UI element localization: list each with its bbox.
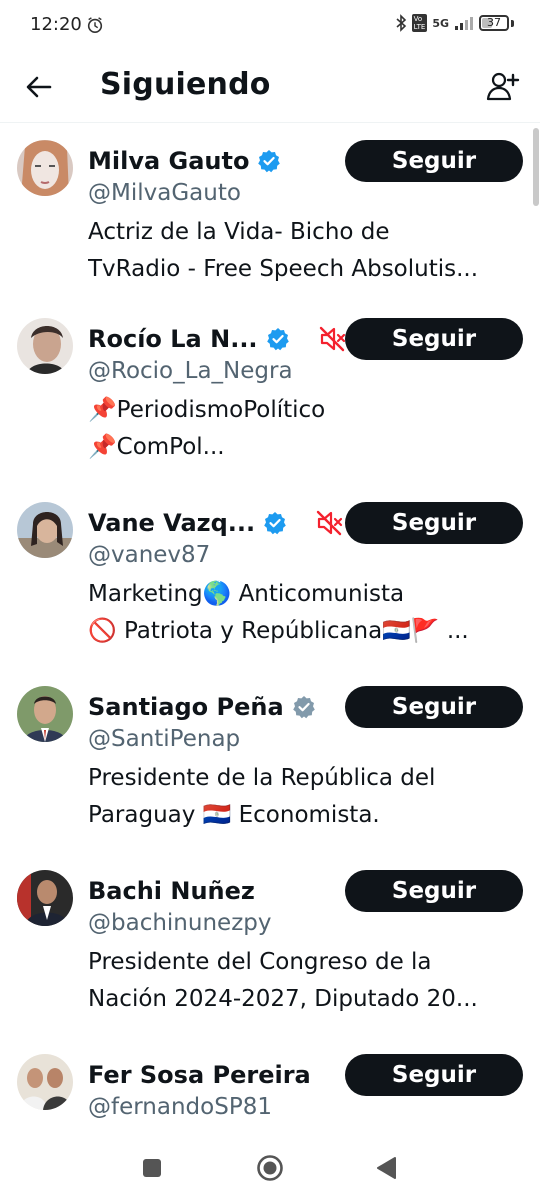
bio-line: 📌PeriodismoPolítico [88, 397, 326, 423]
follow-button[interactable]: Seguir [345, 1054, 523, 1096]
list-item[interactable]: Rocío La N... @Rocio_La_Negra 📌Periodism… [0, 308, 540, 492]
user-handle: @Rocio_La_Negra [88, 358, 293, 384]
muted-speaker-icon [319, 326, 345, 352]
verified-badge-icon [292, 696, 315, 719]
back-button[interactable] [20, 68, 58, 106]
recents-square-icon [143, 1159, 161, 1177]
user-name[interactable]: Bachi Nuñez [88, 877, 255, 905]
bio-line: Marketing🌎 Anticomunista [88, 581, 405, 607]
add-user-icon [486, 72, 520, 101]
signal-icon [455, 17, 473, 30]
verified-badge-icon [266, 328, 289, 351]
avatar[interactable] [17, 140, 73, 196]
user-name[interactable]: Rocío La N... [88, 325, 258, 353]
muted-speaker-icon [316, 510, 343, 536]
user-bio: Presidente del Congreso de la Nación 202… [88, 944, 524, 1018]
follow-button[interactable]: Seguir [345, 140, 523, 182]
status-time: 12:20 [30, 14, 82, 35]
arrow-left-icon [26, 76, 52, 98]
avatar[interactable] [17, 502, 73, 558]
battery-tip [511, 19, 514, 27]
user-bio: Marketing🌎 Anticomunista 🚫 Patriota y Re… [88, 576, 524, 650]
battery-icon: 37 [479, 15, 509, 31]
volte-icon: Vo LTE [411, 14, 428, 32]
user-bio: 📌PeriodismoPolítico 📌ComPol... [88, 392, 524, 466]
user-name[interactable]: Santiago Peña [88, 693, 284, 721]
verified-badge-icon [264, 512, 286, 535]
user-name[interactable]: Vane Vazq... [88, 509, 255, 537]
user-name[interactable]: Fer Sosa Pereira [88, 1061, 311, 1089]
system-nav-bar [0, 1134, 540, 1200]
back-triangle-icon [377, 1157, 396, 1179]
follow-button[interactable]: Seguir [345, 318, 523, 360]
bio-line: Paraguay 🇵🇾 Economista. [88, 802, 380, 828]
follow-button[interactable]: Seguir [345, 502, 523, 544]
list-item[interactable]: Fer Sosa Pereira @fernandoSP81 Seguir [0, 1044, 540, 1144]
page-title: Siguiendo [100, 67, 271, 102]
follow-button[interactable]: Seguir [345, 870, 523, 912]
home-circle-icon [257, 1155, 283, 1181]
list-item[interactable]: Vane Vazq... @vanev87 Marketing🌎 Anticom… [0, 492, 540, 676]
system-back-button[interactable] [364, 1148, 408, 1188]
battery-level: 37 [487, 16, 501, 29]
home-button[interactable] [248, 1148, 292, 1188]
avatar[interactable] [17, 1054, 73, 1110]
app-bar: Siguiendo [0, 52, 540, 123]
bio-line: Presidente del Congreso de la [88, 949, 432, 975]
bluetooth-icon [396, 14, 406, 32]
user-bio: Actriz de la Vida- Bicho de TvRadio - Fr… [88, 214, 524, 288]
avatar[interactable] [17, 870, 73, 926]
bio-line: TvRadio - Free Speech Absolutis... [88, 256, 479, 282]
avatar[interactable] [17, 318, 73, 374]
user-handle: @vanev87 [88, 542, 211, 568]
alarm-icon [87, 17, 103, 34]
user-handle: @MilvaGauto [88, 180, 241, 206]
follow-button[interactable]: Seguir [345, 686, 523, 728]
bio-line: 📌ComPol... [88, 434, 225, 460]
user-bio: Presidente de la República del Paraguay … [88, 760, 524, 834]
list-item[interactable]: Bachi Nuñez @bachinunezpy Presidente del… [0, 860, 540, 1044]
user-handle: @fernandoSP81 [88, 1094, 272, 1120]
list-item[interactable]: Milva Gauto @MilvaGauto Actriz de la Vid… [0, 124, 540, 308]
bio-line: Nación 2024-2027, Diputado 20... [88, 986, 478, 1012]
recents-button[interactable] [130, 1148, 174, 1188]
user-handle: @bachinunezpy [88, 910, 272, 936]
bio-line: 🚫 Patriota y Repúblicana🇵🇾🚩 ... [88, 618, 469, 644]
user-handle: @SantiPenap [88, 726, 241, 752]
bio-line: Actriz de la Vida- Bicho de [88, 219, 390, 245]
status-bar: 12:20 Vo LTE 5G 37 [0, 0, 540, 52]
list-item[interactable]: Santiago Peña @SantiPenap Presidente de … [0, 676, 540, 860]
verified-badge-icon [258, 150, 281, 173]
avatar[interactable] [17, 686, 73, 742]
add-user-button[interactable] [482, 66, 524, 106]
user-name[interactable]: Milva Gauto [88, 147, 249, 175]
bio-line: Presidente de la República del [88, 765, 436, 791]
network-type: 5G [432, 16, 449, 30]
